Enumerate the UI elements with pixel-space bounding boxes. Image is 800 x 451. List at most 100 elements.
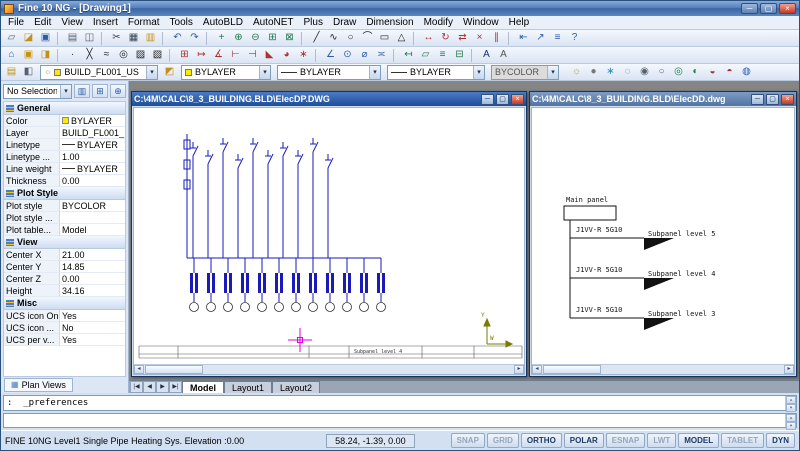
menu-insert[interactable]: Insert	[88, 16, 123, 30]
calculator-button[interactable]: ⊟	[451, 48, 468, 63]
drawing-window-elecdd-titlebar[interactable]: C:\4M\CALC\8_3_BUILDING.BLD\ElecDD.dwg ─…	[530, 92, 796, 106]
line-button[interactable]: ╱	[308, 31, 325, 46]
circle-button[interactable]: ○	[342, 31, 359, 46]
toggle-lwt[interactable]: LWT	[647, 433, 676, 448]
scroll-down-icon[interactable]: ▾	[786, 404, 796, 412]
command-history[interactable]: : _preferences ▴ ▾	[3, 395, 797, 411]
menu-view[interactable]: View	[56, 16, 88, 30]
extend-button[interactable]: ⊣	[244, 48, 261, 63]
new-button[interactable]: ▱	[3, 31, 20, 46]
print-button[interactable]: ▤	[64, 31, 81, 46]
stretch-button[interactable]: ↦	[193, 48, 210, 63]
property-value[interactable]: 0.00	[60, 175, 125, 187]
child-restore-button[interactable]: ▢	[496, 94, 509, 105]
toggle-tablet[interactable]: TABLET	[721, 433, 764, 448]
single-line-text-button[interactable]: A	[478, 48, 495, 63]
rectangle-button[interactable]: ▭	[376, 31, 393, 46]
property-value[interactable]: 21.00	[60, 249, 125, 261]
fillet-button[interactable]: ◕	[278, 48, 295, 63]
layer-walk-button[interactable]: ◍	[738, 65, 755, 80]
undo-button[interactable]: ↶	[169, 31, 186, 46]
construction-line-button[interactable]: ╳	[81, 48, 98, 63]
dimension-linear-button[interactable]: ⇤	[515, 31, 532, 46]
tab-first-icon[interactable]: |◀	[130, 381, 143, 393]
menu-autonet[interactable]: AutoNET	[248, 16, 299, 30]
section-misc[interactable]: Misc	[4, 297, 125, 310]
layer-off-button[interactable]: ●	[585, 65, 602, 80]
arc-button[interactable]: ⌒	[359, 31, 376, 46]
dim-style-button[interactable]: ≍	[373, 48, 390, 63]
menu-plus[interactable]: Plus	[299, 16, 328, 30]
elecdp-canvas[interactable]: Subpanel level 4 Y W	[133, 107, 525, 375]
change-to-current-layer-button[interactable]: ◓	[721, 65, 738, 80]
property-value[interactable]: 34.16	[60, 285, 125, 297]
lineweight-combo[interactable]: BYLAYER ▾	[387, 65, 485, 80]
pan-button[interactable]: +	[213, 31, 230, 46]
menu-autobld[interactable]: AutoBLD	[198, 16, 248, 30]
property-value[interactable]: No	[60, 322, 125, 334]
region-button[interactable]: ▧	[149, 48, 166, 63]
array-button[interactable]: ⊞	[176, 48, 193, 63]
horizontal-scrollbar[interactable]: ◂ ▸	[134, 364, 524, 374]
menu-window[interactable]: Window	[458, 16, 504, 30]
layer-isolate-button[interactable]: ◎	[670, 65, 687, 80]
area-button[interactable]: ▱	[417, 48, 434, 63]
property-value[interactable]: BYLAYER	[60, 163, 125, 175]
elecdd-canvas[interactable]: Main panel J1VV-R 5G10Subpanel level 5J1…	[531, 107, 795, 375]
tab-next-icon[interactable]: ▶	[156, 381, 169, 393]
redo-button[interactable]: ↷	[186, 31, 203, 46]
zoom-extents-button[interactable]: ⊠	[281, 31, 298, 46]
scroll-left-icon[interactable]: ◂	[532, 365, 542, 374]
property-value[interactable]: 0.00	[60, 273, 125, 285]
property-value[interactable]	[60, 212, 125, 224]
color-combo[interactable]: BYLAYER ▾	[181, 65, 271, 80]
tab-layout2[interactable]: Layout2	[272, 381, 320, 393]
coordinates-readout[interactable]: 58.24, -1.39, 0.00	[326, 434, 415, 448]
rotate-button[interactable]: ↻	[437, 31, 454, 46]
layer-on-button[interactable]: ☼	[568, 65, 585, 80]
copy-button[interactable]: ▦	[125, 31, 142, 46]
explode-button[interactable]: ∗	[295, 48, 312, 63]
property-value[interactable]: BYLAYER	[60, 139, 125, 151]
command-input-scrollbar[interactable]: ▴ ▾	[785, 414, 796, 427]
command-input[interactable]: ▴ ▾	[3, 413, 797, 428]
erase-button[interactable]: ×	[471, 31, 488, 46]
chevron-down-icon[interactable]: ▾	[259, 66, 270, 79]
linetype-combo[interactable]: BYLAYER ▾	[277, 65, 381, 80]
child-restore-button[interactable]: ▢	[766, 94, 779, 105]
tab-layout1[interactable]: Layout1	[224, 381, 272, 393]
toggle-snap[interactable]: SNAP	[451, 433, 485, 448]
close-button[interactable]: ×	[779, 3, 796, 14]
dim-angular-button[interactable]: ∠	[322, 48, 339, 63]
chevron-down-icon[interactable]: ▾	[369, 66, 380, 79]
mirror-button[interactable]: ⇄	[454, 31, 471, 46]
menu-tools[interactable]: Tools	[165, 16, 198, 30]
layer-match-button[interactable]: ◐	[687, 65, 704, 80]
point-button[interactable]: ∙	[64, 48, 81, 63]
make-object-layer-current-button[interactable]: ◩	[161, 65, 178, 80]
insert-block-button[interactable]: ◨	[37, 48, 54, 63]
layer-manager-button[interactable]: ▤	[3, 65, 20, 80]
spline-button[interactable]: ≈	[98, 48, 115, 63]
menu-draw[interactable]: Draw	[328, 16, 361, 30]
tab-model[interactable]: Model	[182, 381, 224, 393]
property-value[interactable]: BUILD_FL001_	[60, 127, 125, 139]
ellipse-button[interactable]: ◎	[115, 48, 132, 63]
scroll-right-icon[interactable]: ▸	[514, 365, 524, 374]
multiline-text-button[interactable]: A	[495, 48, 512, 63]
polygon-button[interactable]: △	[393, 31, 410, 46]
dim-radius-button[interactable]: ⊙	[339, 48, 356, 63]
menu-modify[interactable]: Modify	[419, 16, 458, 30]
section-general[interactable]: General	[4, 102, 125, 115]
section-plot-style[interactable]: Plot Style	[4, 187, 125, 200]
child-minimize-button[interactable]: ─	[481, 94, 494, 105]
trim-button[interactable]: ⊢	[227, 48, 244, 63]
help-button[interactable]: ?	[566, 31, 583, 46]
toggle-model[interactable]: MODEL	[678, 433, 719, 448]
menu-edit[interactable]: Edit	[29, 16, 56, 30]
chevron-down-icon[interactable]: ▾	[146, 66, 157, 79]
maximize-button[interactable]: ▢	[760, 3, 777, 14]
leader-button[interactable]: ↗	[532, 31, 549, 46]
property-value[interactable]: Model	[60, 224, 125, 236]
layer-unlock-button[interactable]: ○	[653, 65, 670, 80]
